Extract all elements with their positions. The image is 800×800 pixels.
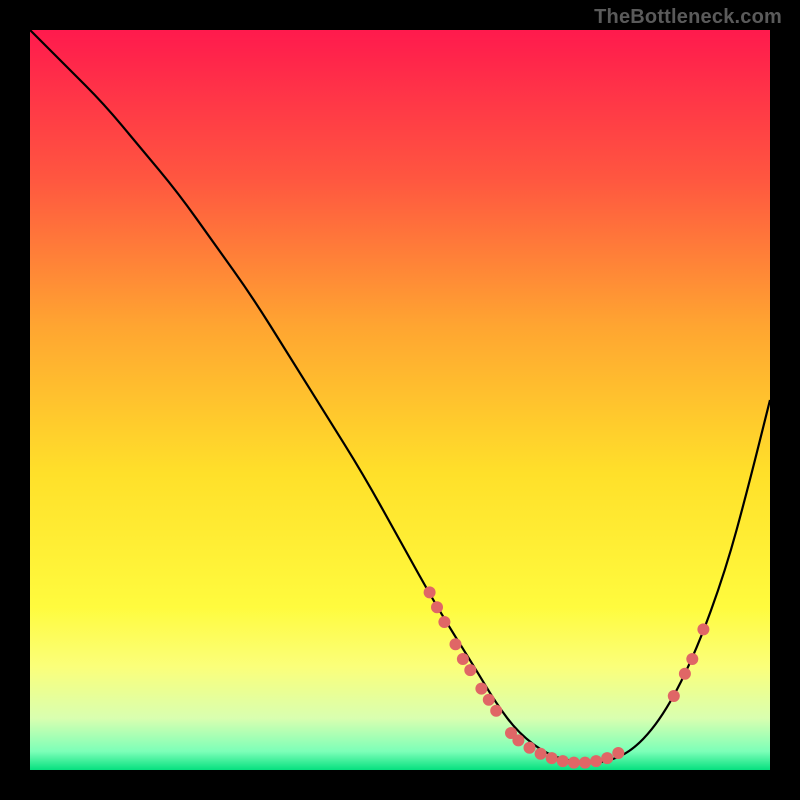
curve-marker bbox=[546, 752, 558, 764]
curve-marker bbox=[475, 683, 487, 695]
curve-marker bbox=[431, 601, 443, 613]
chart-container: TheBottleneck.com bbox=[0, 0, 800, 800]
curve-marker bbox=[438, 616, 450, 628]
curve-marker bbox=[579, 757, 591, 769]
curve-marker bbox=[612, 747, 624, 759]
curve-marker bbox=[464, 664, 476, 676]
curve-marker bbox=[524, 742, 536, 754]
curve-marker bbox=[424, 586, 436, 598]
curve-marker bbox=[568, 757, 580, 769]
curve-marker bbox=[450, 638, 462, 650]
curve-marker bbox=[668, 690, 680, 702]
curve-marker bbox=[483, 694, 495, 706]
curve-marker bbox=[512, 734, 524, 746]
curve-marker bbox=[697, 623, 709, 635]
curve-marker bbox=[601, 752, 613, 764]
curve-marker bbox=[557, 755, 569, 767]
curve-marker bbox=[490, 705, 502, 717]
bottleneck-chart bbox=[0, 0, 800, 800]
curve-marker bbox=[535, 748, 547, 760]
curve-marker bbox=[590, 755, 602, 767]
curve-marker bbox=[679, 668, 691, 680]
plot-background bbox=[30, 30, 770, 770]
curve-marker bbox=[686, 653, 698, 665]
curve-marker bbox=[457, 653, 469, 665]
